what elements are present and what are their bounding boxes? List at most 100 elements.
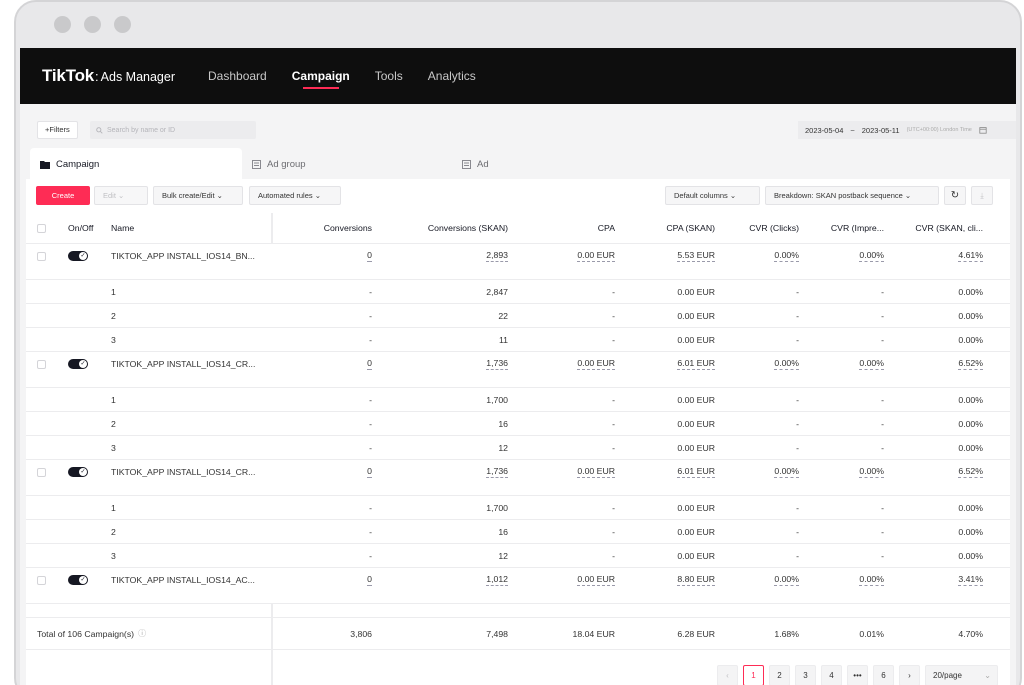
- on-off-toggle[interactable]: [68, 352, 108, 376]
- cpa-text: 0.00 EUR: [577, 358, 615, 370]
- conversions-skan-value: 1,700: [486, 502, 508, 513]
- date-separator: ~: [850, 125, 855, 135]
- cvr-clicks-value: -: [796, 442, 799, 453]
- cvr-clicks-text: 0.00%: [774, 358, 799, 370]
- conversions-value: -: [369, 286, 372, 297]
- conversions-skan-value: 1,736: [396, 352, 508, 376]
- window-dot-maximize[interactable]: [114, 16, 131, 33]
- help-icon[interactable]: ⓘ: [138, 628, 146, 639]
- campaign-row[interactable]: TIKTOK_APP INSTALL_IOS14_AC... 0 1,012 0…: [26, 568, 1010, 604]
- nav-dashboard[interactable]: Dashboard: [208, 48, 267, 104]
- ad-icon: [462, 159, 471, 169]
- postback-sequence: 2: [111, 526, 116, 537]
- col-name[interactable]: Name: [111, 213, 271, 243]
- row-checkbox[interactable]: [37, 244, 46, 268]
- campaign-row[interactable]: TIKTOK_APP INSTALL_IOS14_BN... 0 2,893 0…: [26, 244, 1010, 280]
- col-cpa-skan[interactable]: CPA (SKAN): [626, 213, 715, 243]
- cpa-value: -: [612, 442, 615, 453]
- refresh-button[interactable]: ↻: [944, 186, 966, 205]
- cvr-impressions-value: -: [881, 550, 884, 561]
- cpa-skan-text: 6.01 EUR: [677, 358, 715, 370]
- toggle-on-icon: [68, 467, 88, 477]
- page-1-button[interactable]: 1: [743, 665, 764, 685]
- cvr-skan-value: 6.52%: [896, 460, 983, 484]
- row-checkbox[interactable]: [37, 460, 46, 484]
- search-input[interactable]: Search by name or ID: [90, 121, 256, 139]
- create-button[interactable]: Create: [36, 186, 90, 205]
- next-page-button[interactable]: ›: [899, 665, 920, 685]
- filters-button[interactable]: +Filters: [37, 121, 78, 139]
- cvr-clicks-value: 0.00%: [726, 352, 799, 376]
- chevron-down-icon: ⌄: [984, 671, 991, 680]
- row-checkbox[interactable]: [37, 568, 46, 592]
- conversions-text: 0: [367, 358, 372, 370]
- automated-rules-dropdown[interactable]: Automated rules ⌄: [249, 186, 341, 205]
- col-cpa[interactable]: CPA: [526, 213, 615, 243]
- skan-text: 1,736: [486, 466, 508, 478]
- conversions-skan-value: 1,012: [396, 568, 508, 592]
- conversions-value: -: [369, 334, 372, 345]
- cpa-skan-value: 0.00 EUR: [677, 550, 715, 561]
- col-cvr-clicks[interactable]: CVR (Clicks): [726, 213, 799, 243]
- tab-campaign[interactable]: Campaign: [30, 148, 242, 180]
- cvr-impressions-value: -: [881, 394, 884, 405]
- bulk-create-edit-dropdown[interactable]: Bulk create/Edit ⌄: [153, 186, 243, 205]
- cvr-skan-value: 0.00%: [958, 286, 983, 297]
- campaign-name[interactable]: TIKTOK_APP INSTALL_IOS14_CR...: [111, 352, 271, 376]
- on-off-toggle[interactable]: [68, 244, 108, 268]
- tiktok-logo[interactable]: TikTok: Ads Manager: [42, 66, 175, 86]
- more-pages-button[interactable]: •••: [847, 665, 868, 685]
- campaign-name[interactable]: TIKTOK_APP INSTALL_IOS14_CR...: [111, 460, 271, 484]
- nav-analytics[interactable]: Analytics: [428, 48, 476, 104]
- page-4-button[interactable]: 4: [821, 665, 842, 685]
- page-3-button[interactable]: 3: [795, 665, 816, 685]
- edit-dropdown[interactable]: Edit ⌄: [94, 186, 148, 205]
- nav-tools[interactable]: Tools: [375, 48, 403, 104]
- on-off-toggle[interactable]: [68, 460, 108, 484]
- row-checkbox[interactable]: [37, 352, 46, 376]
- breakdown-dropdown[interactable]: Breakdown: SKAN postback sequence ⌄: [765, 186, 939, 205]
- chevron-down-icon: ⌄: [904, 191, 912, 200]
- col-conversions[interactable]: Conversions: [291, 213, 372, 243]
- export-button[interactable]: ⤓: [971, 186, 993, 205]
- prev-page-button[interactable]: ‹: [717, 665, 738, 685]
- cvr-clicks-text: 0.00%: [774, 574, 799, 586]
- logo-brand: TikTok: [42, 66, 95, 85]
- col-conversions-skan[interactable]: Conversions (SKAN): [396, 213, 508, 243]
- checkbox-box: [37, 467, 46, 477]
- tab-ad[interactable]: Ad: [452, 148, 652, 180]
- cvr-impr-text: 0.00%: [859, 574, 884, 586]
- on-off-toggle[interactable]: [68, 568, 108, 592]
- total-label-cell: Total of 106 Campaign(s) ⓘ: [37, 618, 267, 649]
- col-cvr-impressions[interactable]: CVR (Impre...: [806, 213, 884, 243]
- campaign-name[interactable]: TIKTOK_APP INSTALL_IOS14_AC...: [111, 568, 271, 592]
- campaign-name[interactable]: TIKTOK_APP INSTALL_IOS14_BN...: [111, 244, 271, 268]
- conversions-value: 0: [291, 460, 372, 484]
- columns-dropdown[interactable]: Default columns ⌄: [665, 186, 760, 205]
- cvr-skan-value: 0.00%: [958, 442, 983, 453]
- cvr-skan-value: 0.00%: [958, 334, 983, 345]
- col-cvr-skan-clicks[interactable]: CVR (SKAN, cli...: [896, 213, 983, 243]
- select-all-checkbox[interactable]: [37, 213, 46, 243]
- date-range-picker[interactable]: 2023-05-04 ~ 2023-05-11 (UTC+00:00) Lond…: [798, 121, 1016, 139]
- window-dot-close[interactable]: [54, 16, 71, 33]
- conversions-value: -: [369, 418, 372, 429]
- page-6-button[interactable]: 6: [873, 665, 894, 685]
- col-on-off[interactable]: On/Off: [68, 213, 108, 243]
- cvr-impressions-value: 0.00%: [806, 352, 884, 376]
- window-dot-minimize[interactable]: [84, 16, 101, 33]
- cpa-skan-value: 8.80 EUR: [626, 568, 715, 592]
- cvr-impressions-value: -: [881, 310, 884, 321]
- campaign-row[interactable]: TIKTOK_APP INSTALL_IOS14_CR... 0 1,736 0…: [26, 352, 1010, 388]
- campaign-row[interactable]: TIKTOK_APP INSTALL_IOS14_CR... 0 1,736 0…: [26, 460, 1010, 496]
- total-cvr-clicks: 1.68%: [774, 628, 799, 639]
- chevron-down-icon: ⌄: [216, 191, 223, 200]
- cpa-value: 0.00 EUR: [526, 244, 615, 268]
- search-icon: [96, 126, 103, 134]
- page-size-select[interactable]: 20/page ⌄: [925, 665, 998, 685]
- nav-campaign[interactable]: Campaign: [292, 48, 350, 104]
- cvr-skan-value: 6.52%: [896, 352, 983, 376]
- page-2-button[interactable]: 2: [769, 665, 790, 685]
- cvr-skan-value: 0.00%: [958, 310, 983, 321]
- tab-ad-group[interactable]: Ad group: [242, 148, 452, 180]
